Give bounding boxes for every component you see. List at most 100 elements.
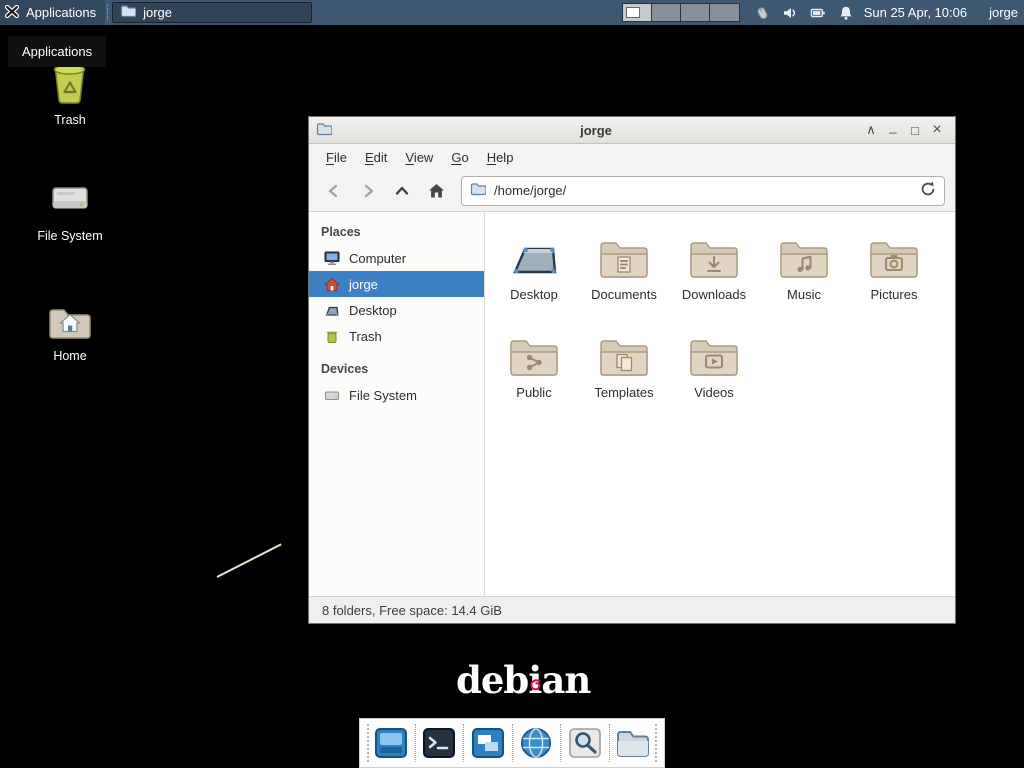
- menu-edit[interactable]: Edit: [356, 147, 396, 168]
- file-item-pictures[interactable]: Pictures: [849, 228, 939, 326]
- dock-handle[interactable]: [655, 724, 657, 762]
- drive-icon: [324, 388, 340, 403]
- home-button[interactable]: [421, 176, 451, 206]
- trash-icon: [324, 329, 340, 344]
- file-item-videos[interactable]: Videos: [669, 326, 759, 424]
- sidebar-item-label: jorge: [349, 277, 378, 292]
- sidebar-item-jorge[interactable]: jorge: [309, 271, 484, 297]
- sidebar-item-desktop[interactable]: Desktop: [309, 297, 484, 323]
- dock-separator: [512, 724, 513, 762]
- stray-line-artifact: [217, 543, 282, 577]
- workspace-2[interactable]: [652, 4, 681, 21]
- places-header: Places: [309, 220, 484, 245]
- dock-separator: [609, 724, 610, 762]
- debian-swirl-icon: [529, 657, 542, 701]
- file-manager-folder-icon[interactable]: [615, 724, 653, 762]
- debian-wordmark: debian: [456, 658, 590, 702]
- dock-handle[interactable]: [367, 724, 369, 762]
- maximize-button[interactable]: □: [904, 119, 926, 141]
- forward-button[interactable]: [353, 176, 383, 206]
- close-button[interactable]: ×: [926, 119, 948, 141]
- application-finder-icon[interactable]: [566, 724, 604, 762]
- file-item-music[interactable]: Music: [759, 228, 849, 326]
- panel-right-area: Sun 25 Apr, 10:06 jorge: [622, 3, 1024, 22]
- file-name: Documents: [591, 287, 657, 302]
- terminal-icon[interactable]: [421, 724, 459, 762]
- home-icon: [324, 277, 340, 292]
- desktop-icon-label: File System: [25, 229, 115, 243]
- menu-help[interactable]: Help: [478, 147, 523, 168]
- location-path[interactable]: /home/jorge/: [494, 183, 912, 198]
- file-icon-view: Desktop Documents: [485, 212, 955, 596]
- desktop-icon-trash[interactable]: Trash: [25, 60, 115, 127]
- desktop-icon-label: Home: [25, 349, 115, 363]
- location-bar[interactable]: /home/jorge/: [461, 176, 945, 206]
- toolbar: /home/jorge/: [309, 170, 955, 212]
- taskbar-window-button[interactable]: jorge: [112, 2, 312, 23]
- status-text: 8 folders, Free space: 14.4 GiB: [322, 603, 502, 618]
- desktop-display-icon[interactable]: [372, 724, 410, 762]
- window-icon: [316, 122, 332, 139]
- folder-public-icon: [508, 326, 560, 378]
- desktop-special-icon: [508, 228, 560, 280]
- workspace-switcher[interactable]: [622, 3, 740, 22]
- system-tray: [754, 5, 854, 21]
- computer-icon: [324, 251, 340, 266]
- dock-separator: [560, 724, 561, 762]
- status-bar: 8 folders, Free space: 14.4 GiB: [309, 596, 955, 623]
- workspace-1[interactable]: [623, 4, 652, 21]
- taskbar-window-label: jorge: [143, 5, 172, 20]
- file-item-templates[interactable]: Templates: [579, 326, 669, 424]
- file-item-documents[interactable]: Documents: [579, 228, 669, 326]
- menu-file[interactable]: File: [317, 147, 356, 168]
- sidebar-item-label: Desktop: [349, 303, 397, 318]
- file-name: Templates: [594, 385, 653, 400]
- mouse-icon[interactable]: [754, 5, 770, 21]
- dock-separator: [463, 724, 464, 762]
- desktop-icon-filesystem[interactable]: File System: [25, 176, 115, 243]
- web-browser-globe-icon[interactable]: [518, 724, 556, 762]
- menu-go[interactable]: Go: [442, 147, 477, 168]
- desktop-screen: Applications jorge: [0, 0, 1024, 768]
- folder-documents-icon: [598, 228, 650, 280]
- sidebar: Places Computer jorge: [309, 212, 485, 596]
- minimize-button[interactable]: _: [882, 119, 904, 141]
- sidebar-item-trash[interactable]: Trash: [309, 323, 484, 349]
- dock-panel: [359, 718, 665, 768]
- file-item-downloads[interactable]: Downloads: [669, 228, 759, 326]
- applications-menu-label: Applications: [26, 5, 96, 20]
- notification-bell-icon[interactable]: [838, 5, 854, 21]
- xfce-logo-icon: [4, 3, 20, 22]
- folder-templates-icon: [598, 326, 650, 378]
- sidebar-item-computer[interactable]: Computer: [309, 245, 484, 271]
- shade-button[interactable]: ∧: [860, 119, 882, 141]
- file-name: Desktop: [510, 287, 558, 302]
- applications-tooltip: Applications: [8, 36, 106, 67]
- back-button[interactable]: [319, 176, 349, 206]
- panel-separator: [107, 4, 108, 21]
- reload-icon[interactable]: [920, 181, 936, 200]
- folder-downloads-icon: [688, 228, 740, 280]
- file-item-public[interactable]: Public: [489, 326, 579, 424]
- panel-clock[interactable]: Sun 25 Apr, 10:06: [864, 5, 967, 20]
- desktop-icon: [324, 303, 340, 318]
- folder-music-icon: [778, 228, 830, 280]
- workspaces-icon[interactable]: [469, 724, 507, 762]
- workspace-4[interactable]: [710, 4, 739, 21]
- location-folder-icon: [470, 182, 486, 199]
- file-item-desktop[interactable]: Desktop: [489, 228, 579, 326]
- workspace-3[interactable]: [681, 4, 710, 21]
- devices-header: Devices: [309, 357, 484, 382]
- menu-view[interactable]: View: [396, 147, 442, 168]
- folder-videos-icon: [688, 326, 740, 378]
- sidebar-item-filesystem[interactable]: File System: [309, 382, 484, 408]
- sidebar-item-label: Trash: [349, 329, 382, 344]
- window-titlebar[interactable]: jorge ∧ _ □ ×: [309, 117, 955, 144]
- volume-icon[interactable]: [782, 5, 798, 21]
- up-button[interactable]: [387, 176, 417, 206]
- battery-icon[interactable]: [810, 5, 826, 21]
- desktop-icon-home[interactable]: Home: [25, 296, 115, 363]
- applications-menu-button[interactable]: Applications: [0, 0, 105, 25]
- file-name: Pictures: [871, 287, 918, 302]
- file-name: Downloads: [682, 287, 746, 302]
